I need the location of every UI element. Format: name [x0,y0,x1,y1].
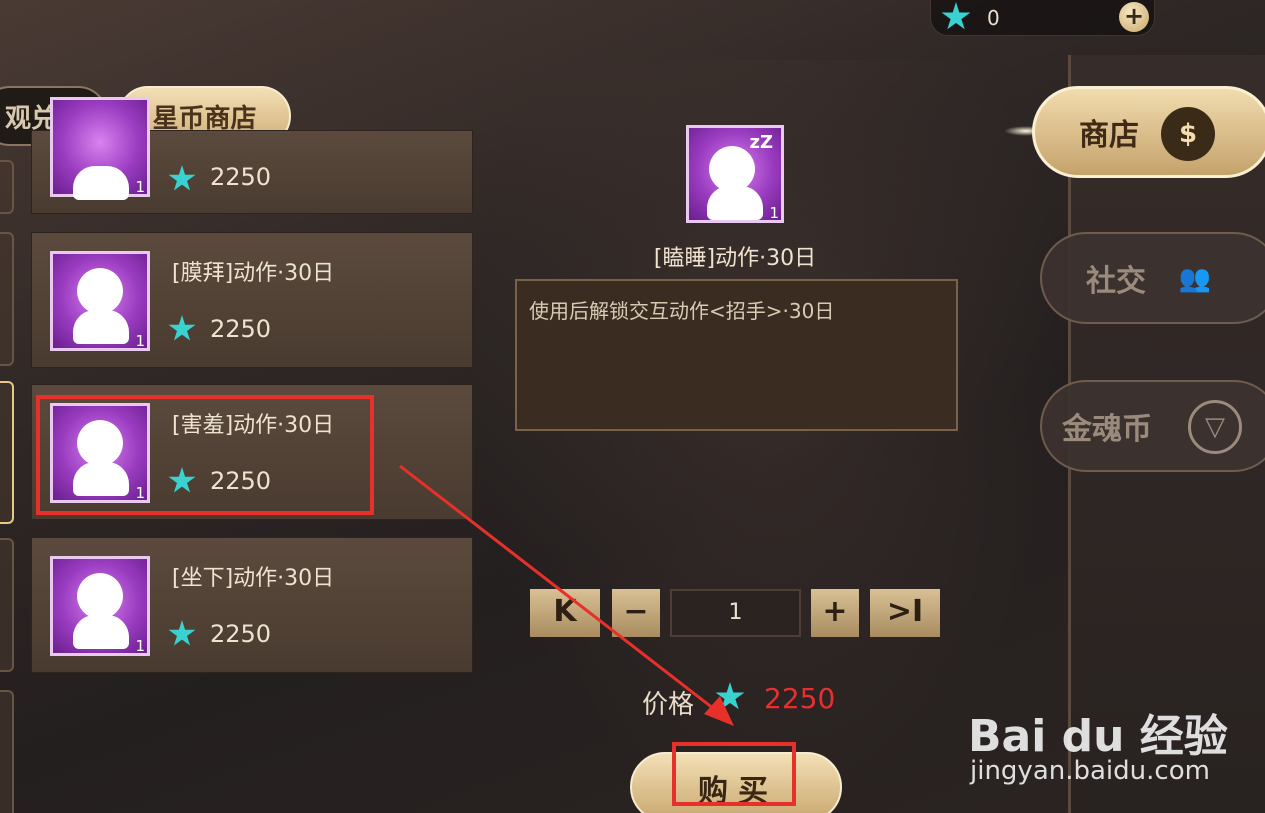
annotation-arrow [399,464,734,726]
baidu-watermark-logo: Bai du 经验 [968,711,1228,762]
baidu-watermark-url: jingyan.baidu.com [970,756,1210,786]
